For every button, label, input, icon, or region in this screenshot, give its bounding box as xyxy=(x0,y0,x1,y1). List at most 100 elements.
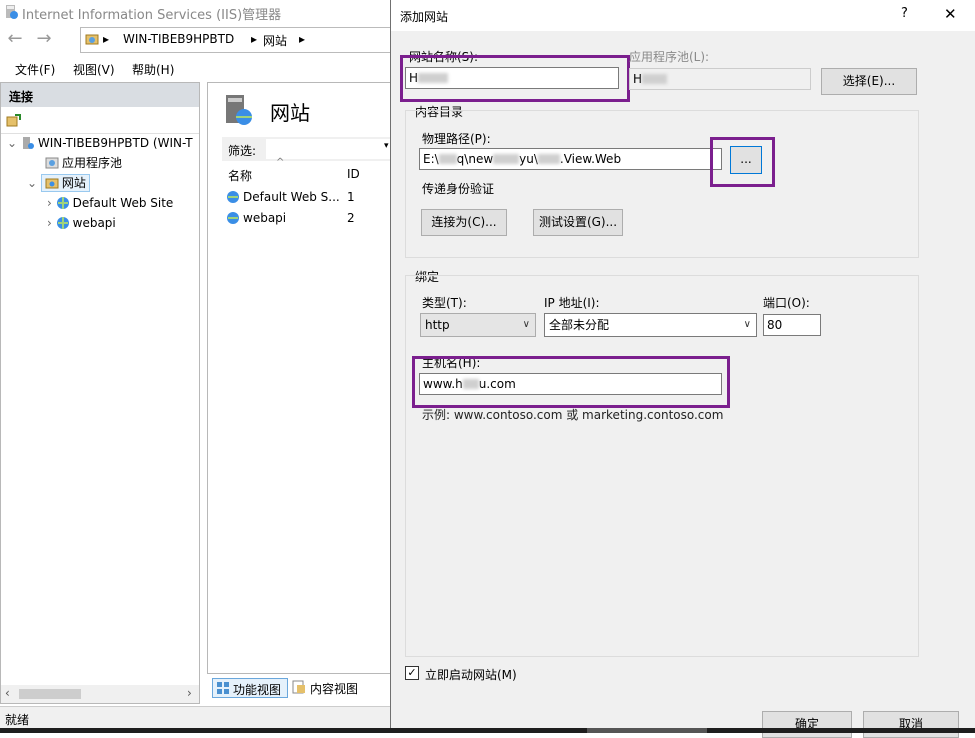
hostname-input[interactable]: www.h u.com xyxy=(419,373,722,395)
chevron-right-icon[interactable]: › xyxy=(47,216,52,230)
sites-folder-icon xyxy=(45,178,59,189)
type-select[interactable]: http ∨ xyxy=(420,313,536,337)
tree-item-server[interactable]: ⌄ WIN-TIBEB9HPBTD (WIN-T xyxy=(7,133,193,153)
pass-through-auth-label: 传递身份验证 xyxy=(422,182,495,196)
chevron-down-icon[interactable]: ⌄ xyxy=(27,176,37,190)
connect-icon[interactable] xyxy=(6,113,22,129)
menu-help[interactable]: 帮助(H) xyxy=(132,61,174,78)
cancel-button[interactable]: 取消 xyxy=(863,711,959,738)
ip-address-select[interactable]: 全部未分配 ∨ xyxy=(544,313,757,337)
test-settings-button[interactable]: 测试设置(G)... xyxy=(533,209,623,236)
ok-button[interactable]: 确定 xyxy=(762,711,852,738)
site-id-cell: 2 xyxy=(347,211,355,225)
site-name-cell: webapi xyxy=(243,211,287,225)
tree-item-default-web-site[interactable]: › Default Web Site xyxy=(47,193,173,213)
connect-as-button[interactable]: 连接为(C)... xyxy=(421,209,507,236)
tree-label-sites: 网站 xyxy=(61,176,86,190)
globe-icon xyxy=(56,197,69,209)
server-icon xyxy=(22,137,34,149)
connections-header: 连接 xyxy=(1,83,199,107)
redacted-text xyxy=(438,154,457,164)
breadcrumb-sites[interactable]: 网站 xyxy=(263,32,287,49)
port-value: 80 xyxy=(767,318,783,332)
tree-label-server: WIN-TIBEB9HPBTD (WIN-T xyxy=(37,136,193,150)
globe-icon xyxy=(227,191,239,203)
redacted-text xyxy=(462,379,479,389)
connections-title: 连接 xyxy=(9,90,34,104)
table-row[interactable]: Default Web S... 1 xyxy=(222,187,391,207)
globe-icon xyxy=(227,212,239,224)
filter-bar: 筛选: ▾ xyxy=(222,137,396,161)
menu-bar: 文件(F) 视图(V) 帮助(H) xyxy=(0,58,390,80)
breadcrumb-separator-icon: ▸ xyxy=(299,32,306,46)
type-value: http xyxy=(425,318,450,332)
chevron-down-icon: ∨ xyxy=(522,319,530,330)
table-row[interactable]: webapi 2 xyxy=(222,208,391,228)
sites-pane: 网站 筛选: ▾ 名称 ^ ID Default Web S... 1 weba… xyxy=(207,82,396,674)
tree-label-webapi: webapi xyxy=(72,216,116,230)
back-arrow-icon[interactable]: ← xyxy=(5,30,25,50)
ip-address-label: IP 地址(I): xyxy=(544,296,600,310)
column-header-id[interactable]: ID xyxy=(347,167,360,181)
scrollbar-thumb[interactable] xyxy=(19,689,81,699)
window-title: Internet Information Services (IIS)管理器 xyxy=(22,8,282,23)
physical-path-segment: yu\ xyxy=(519,152,538,166)
taskbar-edge xyxy=(0,728,975,733)
tree-item-webapi[interactable]: › webapi xyxy=(47,213,116,233)
site-name-input[interactable]: H xyxy=(405,67,619,89)
horizontal-scrollbar[interactable]: ‹ › xyxy=(1,685,199,703)
status-bar: 就绪 xyxy=(0,706,390,729)
breadcrumb-separator-icon: ▸ xyxy=(103,32,110,46)
address-bar[interactable]: ▸ WIN-TIBEB9HPBTD ▸ 网站 ▸ xyxy=(80,27,391,53)
filter-input[interactable] xyxy=(266,139,396,159)
forward-arrow-icon[interactable]: → xyxy=(34,30,54,50)
menu-view[interactable]: 视图(V) xyxy=(73,61,115,78)
hostname-value: www.h xyxy=(423,377,463,391)
navigation-bar: ← → ▸ WIN-TIBEB9HPBTD ▸ 网站 ▸ xyxy=(0,24,391,56)
chevron-down-icon[interactable]: ⌄ xyxy=(7,136,17,150)
iis-title-bar: Internet Information Services (IIS)管理器 xyxy=(0,0,390,24)
start-site-label: 立即启动网站(M) xyxy=(425,668,517,682)
filter-label: 筛选: xyxy=(228,144,257,158)
app-pool-icon xyxy=(45,157,59,169)
browse-button[interactable]: ... xyxy=(730,146,762,174)
select-app-pool-button[interactable]: 选择(E)... xyxy=(821,68,917,95)
features-view-label: 功能视图 xyxy=(233,683,282,697)
close-button[interactable]: ✕ xyxy=(944,5,957,23)
tree-item-sites[interactable]: ⌄ 网站 xyxy=(27,173,90,193)
dialog-title: 添加网站 xyxy=(400,10,449,24)
connections-pane: 连接 ⌄ WIN-TIBEB9HPBTD (WIN-T 应用程序池 ⌄ 网站 ›… xyxy=(0,82,200,704)
scroll-right-icon[interactable]: › xyxy=(187,686,192,700)
redacted-text xyxy=(642,74,668,84)
site-name-label: 网站名称(S): xyxy=(409,50,479,64)
physical-path-input[interactable]: E:\ q\new yu\ .View.Web xyxy=(419,148,722,170)
dropdown-arrow-icon[interactable]: ▾ xyxy=(384,141,389,151)
menu-file[interactable]: 文件(F) xyxy=(15,61,55,78)
content-view-icon xyxy=(292,680,305,694)
chevron-right-icon[interactable]: › xyxy=(47,196,52,210)
redacted-text xyxy=(418,73,449,83)
content-view-label: 内容视图 xyxy=(310,682,359,696)
tree-item-app-pools[interactable]: 应用程序池 xyxy=(45,153,122,173)
redacted-text xyxy=(493,154,520,164)
physical-path-label: 物理路径(P): xyxy=(422,132,491,146)
tree-label-app-pools: 应用程序池 xyxy=(62,156,123,170)
sites-title: 网站 xyxy=(270,101,310,125)
app-pool-value: H xyxy=(633,72,643,86)
breadcrumb-separator-icon: ▸ xyxy=(251,32,258,46)
breadcrumb-server[interactable]: WIN-TIBEB9HPBTD xyxy=(123,32,234,46)
column-header-name[interactable]: 名称 xyxy=(228,167,252,184)
sites-header-icon xyxy=(226,95,252,125)
taskbar-segment xyxy=(587,728,707,733)
app-pool-label: 应用程序池(L): xyxy=(629,50,710,64)
dialog-title-bar: 添加网站 ? ✕ xyxy=(391,0,975,31)
port-input[interactable]: 80 xyxy=(763,314,821,336)
start-site-checkbox[interactable]: ✓ xyxy=(405,666,419,680)
scroll-left-icon[interactable]: ‹ xyxy=(5,686,10,700)
sort-arrow-icon: ^ xyxy=(276,157,285,168)
tab-features-view[interactable]: 功能视图 xyxy=(212,678,288,698)
globe-icon xyxy=(56,217,69,229)
tab-content-view[interactable]: 内容视图 xyxy=(291,678,390,698)
help-button[interactable]: ? xyxy=(901,6,908,21)
port-label: 端口(O): xyxy=(763,296,810,310)
